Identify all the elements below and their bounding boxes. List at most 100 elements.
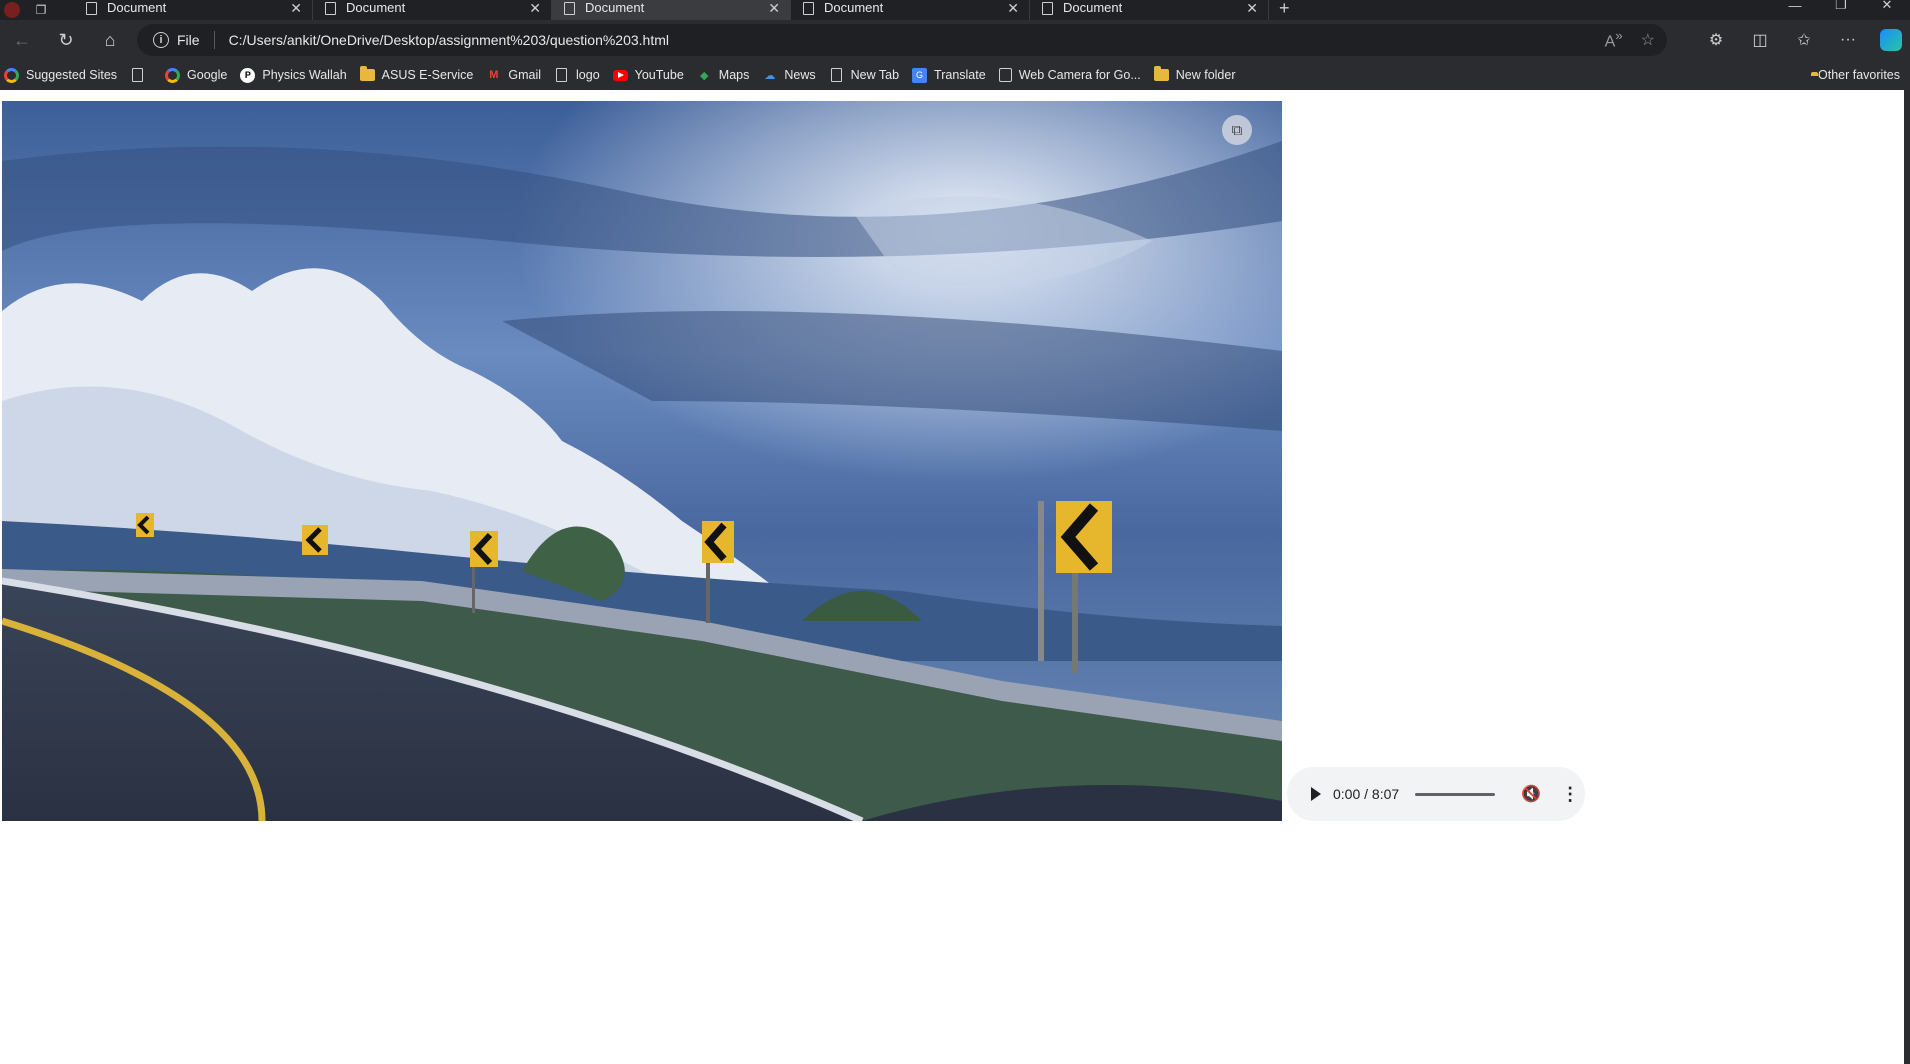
page-icon bbox=[554, 68, 569, 83]
tab-title: Document bbox=[107, 0, 167, 15]
audio-time: 0:00 / 8:07 bbox=[1333, 786, 1400, 802]
more-options-icon[interactable]: ⋮ bbox=[1561, 784, 1579, 805]
bookmark-physics-wallah[interactable]: P Physics Wallah bbox=[240, 67, 347, 83]
bookmark-new-folder[interactable]: New folder bbox=[1153, 66, 1236, 83]
video-frame-scenery bbox=[2, 101, 1282, 821]
restore-button[interactable]: ❐ bbox=[1818, 0, 1864, 15]
bookmark-youtube[interactable]: YouTube bbox=[612, 68, 684, 83]
page-icon bbox=[130, 68, 145, 83]
split-screen-icon[interactable]: ◫ bbox=[1738, 20, 1782, 60]
bookmarks-bar: Suggested Sites Google P Physics Wallah A… bbox=[0, 60, 1910, 90]
tab-5[interactable]: Document ✕ bbox=[1030, 0, 1269, 20]
tab-title: Document bbox=[346, 0, 406, 15]
bookmark-new-tab[interactable]: New Tab bbox=[829, 68, 899, 83]
document-icon bbox=[564, 2, 575, 15]
tab-strip: ❐ Document ✕ Document ✕ Document ✕ Docum… bbox=[0, 0, 1910, 20]
gmail-icon: M bbox=[489, 69, 499, 81]
bookmark-maps[interactable]: ◆ Maps bbox=[697, 68, 750, 83]
bookmark-label: Translate bbox=[934, 68, 986, 82]
bookmark-google[interactable]: Google bbox=[165, 67, 228, 83]
bookmark-gmail[interactable]: M Gmail bbox=[486, 68, 541, 83]
bookmark-asus-eservice[interactable]: ASUS E-Service bbox=[359, 66, 474, 83]
video-player[interactable]: ⧉ bbox=[2, 101, 1282, 821]
profile-avatar[interactable] bbox=[4, 2, 20, 18]
bookmark-label: YouTube bbox=[634, 68, 684, 82]
window-controls: — ❐ ✕ bbox=[1772, 0, 1910, 20]
muted-volume-icon[interactable]: 🔇 bbox=[1521, 784, 1541, 804]
browser-toolbar: ← ↻ ⌂ i File C:/Users/ankit/OneDrive/Des… bbox=[0, 20, 1910, 60]
news-icon: ☁ bbox=[764, 69, 776, 82]
bookmark-web-camera[interactable]: Web Camera for Go... bbox=[998, 68, 1141, 82]
bookmark-label: Physics Wallah bbox=[262, 68, 347, 82]
address-scheme: File bbox=[177, 32, 200, 48]
refresh-button[interactable]: ↻ bbox=[44, 20, 88, 60]
audio-progress-slider[interactable] bbox=[1415, 792, 1496, 796]
folder-icon bbox=[359, 66, 375, 83]
bookmark-label: New folder bbox=[1175, 68, 1236, 82]
home-button[interactable]: ⌂ bbox=[88, 20, 132, 60]
close-icon[interactable]: ✕ bbox=[1007, 0, 1019, 17]
webcam-icon bbox=[998, 68, 1012, 82]
bookmark-label: Other favorites bbox=[1818, 68, 1900, 82]
tab-title: Document bbox=[585, 0, 645, 15]
page-content: ⧉ 0:00 / 8:07 🔇 ⋮ bbox=[0, 90, 1910, 1064]
document-icon bbox=[803, 2, 814, 15]
pw-icon: P bbox=[240, 67, 256, 83]
close-icon[interactable]: ✕ bbox=[1246, 0, 1258, 17]
bookmark-label: ASUS E-Service bbox=[381, 68, 474, 82]
address-divider bbox=[213, 31, 215, 49]
bookmark-label: Web Camera for Go... bbox=[1018, 68, 1141, 82]
bookmark-other-favorites[interactable]: Other favorites bbox=[1811, 60, 1900, 90]
new-tab-button[interactable]: + bbox=[1279, 0, 1290, 19]
favorite-star-icon[interactable]: ☆ bbox=[1641, 30, 1655, 50]
bookmark-label: Google bbox=[187, 68, 228, 82]
bookmark-translate[interactable]: G Translate bbox=[912, 67, 986, 83]
play-icon[interactable] bbox=[1311, 787, 1321, 801]
close-icon[interactable]: ✕ bbox=[529, 0, 541, 17]
window-close-button[interactable]: ✕ bbox=[1864, 0, 1910, 15]
favorites-icon[interactable]: ✩ bbox=[1782, 20, 1826, 60]
tab-4[interactable]: Document ✕ bbox=[791, 0, 1030, 20]
bookmark-label: New Tab bbox=[850, 68, 900, 82]
bookmark-suggested-sites[interactable]: Suggested Sites bbox=[4, 67, 118, 83]
youtube-icon bbox=[612, 68, 628, 83]
document-icon bbox=[1042, 2, 1053, 15]
bookmark-label: News bbox=[784, 68, 816, 82]
tab-2[interactable]: Document ✕ bbox=[313, 0, 552, 20]
more-menu-icon[interactable]: ··· bbox=[1826, 20, 1870, 60]
close-icon[interactable]: ✕ bbox=[768, 0, 780, 17]
workspaces-icon[interactable]: ❐ bbox=[28, 0, 54, 20]
bookmark-logo[interactable]: logo bbox=[554, 68, 600, 83]
translate-icon: G bbox=[912, 67, 928, 83]
bookmark-label: logo bbox=[576, 68, 600, 82]
read-aloud-icon[interactable]: A» bbox=[1605, 28, 1623, 51]
google-icon bbox=[4, 67, 19, 83]
bookmark-label: Gmail bbox=[508, 68, 542, 82]
window-edge bbox=[1904, 90, 1910, 1064]
extensions-icon[interactable]: ⚙ bbox=[1694, 20, 1738, 60]
audio-player: 0:00 / 8:07 🔇 ⋮ bbox=[1287, 767, 1585, 821]
toolbar-right: ⚙ ◫ ✩ ··· bbox=[1694, 20, 1902, 60]
tab-3[interactable]: Document ✕ bbox=[552, 0, 791, 20]
back-button[interactable]: ← bbox=[0, 20, 44, 60]
folder-icon bbox=[1153, 66, 1169, 83]
bookmark-page[interactable] bbox=[130, 68, 152, 83]
close-icon[interactable]: ✕ bbox=[290, 0, 302, 17]
bookmark-news[interactable]: ☁ News bbox=[762, 68, 815, 83]
bookmark-label: Suggested Sites bbox=[26, 68, 118, 82]
document-icon bbox=[86, 2, 97, 15]
cast-icon[interactable]: ⧉ bbox=[1222, 115, 1252, 145]
address-url[interactable]: C:/Users/ankit/OneDrive/Desktop/assignme… bbox=[229, 32, 669, 48]
minimize-button[interactable]: — bbox=[1772, 0, 1818, 15]
maps-icon: ◆ bbox=[700, 69, 709, 82]
tab-title: Document bbox=[1063, 0, 1123, 15]
page-icon bbox=[829, 68, 844, 83]
address-bar[interactable]: i File C:/Users/ankit/OneDrive/Desktop/a… bbox=[137, 24, 1667, 56]
copilot-icon[interactable] bbox=[1880, 29, 1902, 51]
document-icon bbox=[325, 2, 336, 15]
tab-1[interactable]: Document ✕ bbox=[74, 0, 313, 20]
google-icon bbox=[165, 67, 181, 83]
info-icon[interactable]: i bbox=[153, 32, 169, 48]
bookmark-label: Maps bbox=[718, 68, 750, 82]
address-actions: A» ☆ bbox=[1605, 24, 1655, 56]
